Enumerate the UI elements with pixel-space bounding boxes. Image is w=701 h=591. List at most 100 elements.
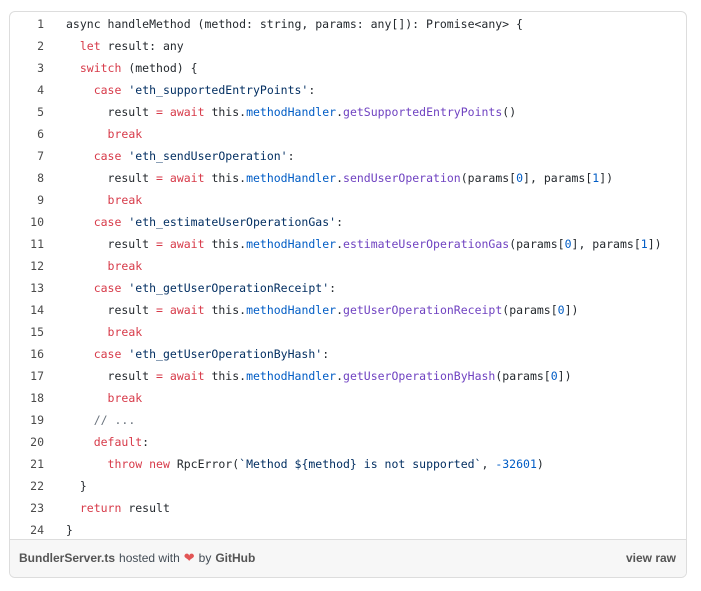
code-text: default: [66,431,149,453]
code-text: } [66,519,73,541]
code-text: case 'eth_getUserOperationReceipt': [66,277,336,299]
code-token: 'eth_estimateUserOperationGas' [128,215,337,229]
code-token: methodHandler [246,369,337,383]
code-line: 17 result = await this.methodHandler.get… [10,365,686,387]
code-token: = [156,237,163,251]
code-token: () [502,105,517,119]
code-token: -32601 [495,457,537,471]
line-number[interactable]: 9 [10,189,44,211]
code-token: RpcError( [169,457,240,471]
code-token: break [107,391,143,405]
code-token: methodHandler [246,303,337,317]
line-number[interactable]: 17 [10,365,44,387]
code-token: this. [204,105,247,119]
by-text: by [198,551,212,565]
line-number[interactable]: 15 [10,321,44,343]
code-token: return [79,501,122,515]
code-line: 2 let result: any [10,35,686,57]
code-token: methodHandler [246,105,337,119]
code-line: 14 result = await this.methodHandler.get… [10,299,686,321]
view-raw-link[interactable]: view raw [626,551,676,565]
line-number[interactable]: 10 [10,211,44,233]
line-number[interactable]: 7 [10,145,44,167]
code-token: estimateUserOperationGas [343,237,510,251]
line-number[interactable]: 3 [10,57,44,79]
line-number[interactable]: 19 [10,409,44,431]
code-token: (method) { [121,61,198,75]
code-token: ]) [557,369,572,383]
line-number[interactable]: 4 [10,79,44,101]
code-text: result = await this.methodHandler.getUse… [66,299,579,321]
line-number[interactable]: 12 [10,255,44,277]
code-token: case [93,347,122,361]
code-token: 'eth_supportedEntryPoints' [128,83,309,97]
code-token: (params[ [460,171,517,185]
code-line: 22 } [10,475,686,497]
heart-icon: ❤ [183,550,195,565]
code-line: 20 default: [10,431,686,453]
code-token: break [107,127,143,141]
code-token: : [287,149,295,163]
line-number[interactable]: 14 [10,299,44,321]
line-number[interactable]: 6 [10,123,44,145]
line-number[interactable]: 11 [10,233,44,255]
code-token: sendUserOperation [343,171,461,185]
code-line: 9 break [10,189,686,211]
filename-link[interactable]: BundlerServer.ts [19,551,115,565]
line-number[interactable]: 13 [10,277,44,299]
gist-embed: 1 async handleMethod (method: string, par… [9,11,687,578]
code-token: break [107,259,143,273]
line-number[interactable]: 2 [10,35,44,57]
code-line: 8 result = await this.methodHandler.send… [10,167,686,189]
code-token: : [336,215,343,229]
code-token: result [66,303,157,317]
code-token: new [149,457,170,471]
github-link[interactable]: GitHub [215,551,255,565]
line-number[interactable]: 20 [10,431,44,453]
code-token: 0 [550,369,558,383]
hosted-with-text: hosted with [119,551,180,565]
code-token: ) [536,457,544,471]
line-number[interactable]: 23 [10,497,44,519]
code-line: 18 break [10,387,686,409]
code-token: case [93,83,122,97]
line-number[interactable]: 5 [10,101,44,123]
code-token: , [481,457,496,471]
code-line: 24} [10,519,686,541]
line-number[interactable]: 22 [10,475,44,497]
code-token: getSupportedEntryPoints [343,105,503,119]
line-number[interactable]: 18 [10,387,44,409]
code-line: 10 case 'eth_estimateUserOperationGas': [10,211,686,233]
code-token: await [169,237,205,251]
code-text: result = await this.methodHandler.getUse… [66,365,572,387]
code-text: case 'eth_estimateUserOperationGas': [66,211,343,233]
code-token: : [329,281,337,295]
code-token: . [336,237,344,251]
code-token: break [107,325,143,339]
code-token: case [93,281,122,295]
code-token: case [93,215,122,229]
code-text: return result [66,497,170,519]
code-token: getUserOperationReceipt [343,303,503,317]
code-token: (params[ [495,369,551,383]
line-number[interactable]: 21 [10,453,44,475]
line-number[interactable]: 16 [10,343,44,365]
code-line: 21 throw new RpcError(`Method ${method} … [10,453,686,475]
code-token: 'eth_getUserOperationByHash' [128,347,323,361]
line-number[interactable]: 8 [10,167,44,189]
line-number[interactable]: 1 [10,13,44,35]
line-number[interactable]: 24 [10,519,44,541]
